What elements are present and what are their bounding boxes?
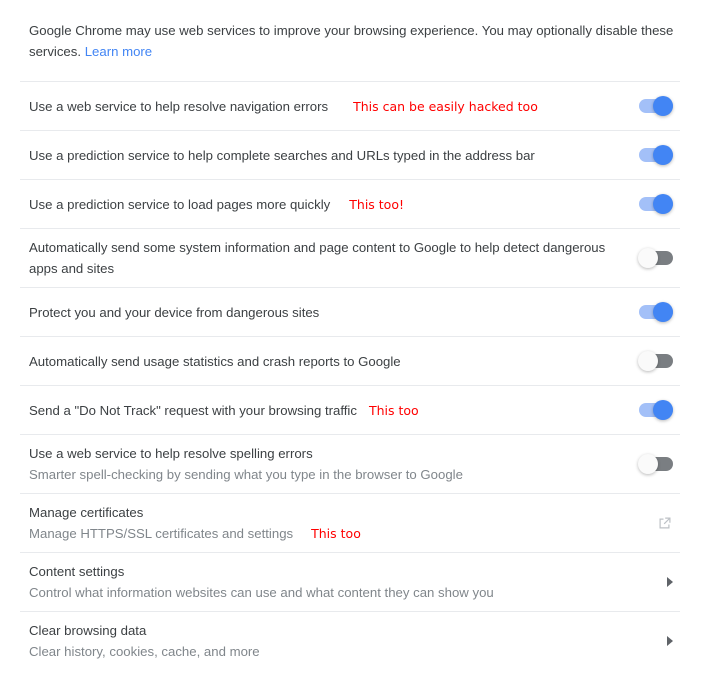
- row-control: [613, 636, 680, 646]
- row-title-line: Use a web service to help resolve naviga…: [29, 96, 613, 117]
- chevron-right-icon[interactable]: [667, 636, 673, 646]
- toggle-switch[interactable]: [639, 145, 673, 165]
- row-title: Content settings: [29, 564, 125, 579]
- toggle-knob: [638, 248, 658, 268]
- toggle-knob: [653, 145, 673, 165]
- row-title: Use a web service to help resolve spelli…: [29, 446, 313, 461]
- row-title: Send a "Do Not Track" request with your …: [29, 402, 357, 418]
- row-subtitle: Clear history, cookies, cache, and more: [29, 644, 260, 659]
- row-title-line: Use a prediction service to help complet…: [29, 145, 613, 166]
- row-title-line: Manage certificates: [29, 502, 613, 523]
- row-subtitle-line: Control what information websites can us…: [29, 582, 613, 603]
- row-control: [613, 400, 680, 420]
- row-text-group: Use a web service to help resolve naviga…: [29, 88, 613, 125]
- chevron-right-icon[interactable]: [667, 577, 673, 587]
- row-title-line: Use a prediction service to load pages m…: [29, 194, 613, 215]
- toggle-knob: [653, 96, 673, 116]
- settings-row[interactable]: Use a web service to help resolve naviga…: [20, 81, 680, 130]
- row-subtitle: Manage HTTPS/SSL certificates and settin…: [29, 526, 294, 541]
- handwritten-annotation: This too!: [349, 196, 404, 212]
- row-title: Clear browsing data: [29, 623, 147, 638]
- row-control: [613, 145, 680, 165]
- toggle-switch[interactable]: [638, 351, 673, 371]
- row-title: Automatically send usage statistics and …: [29, 353, 401, 369]
- row-title-line: Protect you and your device from dangero…: [29, 302, 613, 323]
- toggle-knob: [638, 454, 658, 474]
- row-text-group: Protect you and your device from dangero…: [29, 294, 613, 331]
- row-title-line: Use a web service to help resolve spelli…: [29, 443, 613, 464]
- handwritten-annotation: This can be easily hacked too: [353, 98, 538, 114]
- row-subtitle-line: Manage HTTPS/SSL certificates and settin…: [29, 523, 613, 544]
- row-control: [613, 302, 680, 322]
- toggle-knob: [653, 194, 673, 214]
- row-control: [613, 454, 680, 474]
- settings-row[interactable]: Manage certificates Manage HTTPS/SSL cert…: [20, 493, 680, 552]
- row-control: [613, 248, 680, 268]
- row-title-line: Send a "Do Not Track" request with your …: [29, 400, 613, 421]
- row-title: Protect you and your device from dangero…: [29, 304, 320, 320]
- settings-row[interactable]: Automatically send some system informati…: [20, 228, 680, 287]
- toggle-switch[interactable]: [638, 454, 673, 474]
- row-title: Use a web service to help resolve naviga…: [29, 98, 329, 114]
- learn-more-link[interactable]: Learn more: [85, 44, 152, 59]
- row-text-group: Use a prediction service to load pages m…: [29, 186, 613, 223]
- row-text-group: Send a "Do Not Track" request with your …: [29, 392, 613, 429]
- row-subtitle-line: Smarter spell-checking by sending what y…: [29, 464, 613, 485]
- row-title: Manage certificates: [29, 505, 144, 520]
- settings-row[interactable]: Clear browsing data Clear history, cookie…: [20, 611, 680, 670]
- row-text-group: Content settings Control what information…: [29, 553, 613, 611]
- row-title-line: Content settings: [29, 561, 613, 582]
- intro-paragraph: Google Chrome may use web services to im…: [0, 0, 713, 62]
- row-subtitle-line: Clear history, cookies, cache, and more: [29, 641, 613, 662]
- toggle-switch[interactable]: [639, 194, 673, 214]
- toggle-switch[interactable]: [638, 248, 673, 268]
- row-control: [613, 351, 680, 371]
- row-text-group: Use a web service to help resolve spelli…: [29, 435, 613, 493]
- settings-row[interactable]: Use a web service to help resolve spelli…: [20, 434, 680, 493]
- settings-row-list: Use a web service to help resolve naviga…: [0, 81, 713, 670]
- handwritten-annotation: This too: [311, 526, 361, 541]
- handwritten-annotation: This too: [368, 402, 419, 418]
- row-title: Automatically send some system informati…: [29, 240, 606, 276]
- row-text-group: Manage certificates Manage HTTPS/SSL cert…: [29, 494, 613, 552]
- toggle-switch[interactable]: [639, 302, 673, 322]
- row-title-line: Clear browsing data: [29, 620, 613, 641]
- toggle-switch[interactable]: [639, 96, 673, 116]
- row-text-group: Clear browsing data Clear history, cookie…: [29, 612, 613, 670]
- toggle-knob: [653, 400, 673, 420]
- external-link-icon[interactable]: [657, 515, 673, 531]
- toggle-knob: [653, 302, 673, 322]
- row-subtitle: Control what information websites can us…: [29, 585, 494, 600]
- settings-row[interactable]: Content settings Control what information…: [20, 552, 680, 611]
- row-subtitle: Smarter spell-checking by sending what y…: [29, 467, 463, 482]
- settings-row[interactable]: Protect you and your device from dangero…: [20, 287, 680, 336]
- row-title: Use a prediction service to load pages m…: [29, 196, 331, 212]
- row-control: [613, 515, 680, 531]
- settings-privacy-page: Google Chrome may use web services to im…: [0, 0, 713, 680]
- row-control: [613, 194, 680, 214]
- row-title: Use a prediction service to help complet…: [29, 147, 535, 163]
- row-title-line: Automatically send some system informati…: [29, 237, 613, 279]
- settings-row[interactable]: Use a prediction service to load pages m…: [20, 179, 680, 228]
- settings-row[interactable]: Use a prediction service to help complet…: [20, 130, 680, 179]
- row-control: [613, 577, 680, 587]
- row-title-line: Automatically send usage statistics and …: [29, 351, 613, 372]
- toggle-knob: [638, 351, 658, 371]
- settings-row[interactable]: Send a "Do Not Track" request with your …: [20, 385, 680, 434]
- row-text-group: Automatically send some system informati…: [29, 229, 613, 287]
- row-text-group: Use a prediction service to help complet…: [29, 137, 613, 174]
- row-control: [613, 96, 680, 116]
- settings-row[interactable]: Automatically send usage statistics and …: [20, 336, 680, 385]
- toggle-switch[interactable]: [639, 400, 673, 420]
- row-text-group: Automatically send usage statistics and …: [29, 343, 613, 380]
